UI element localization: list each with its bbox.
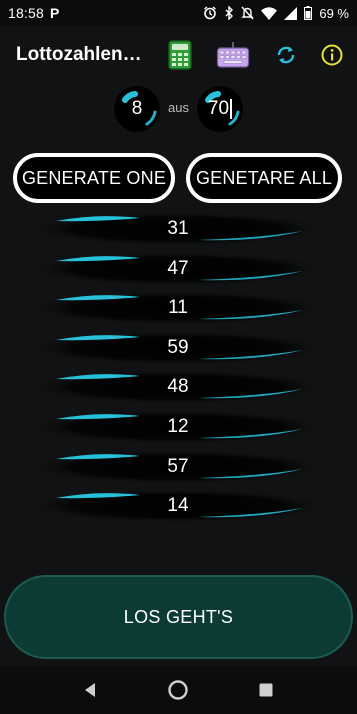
lotto-number: 48 [167, 376, 189, 398]
app-notification-badge: P [50, 5, 60, 21]
page-title: Lottozahlen… [16, 44, 142, 65]
recents-icon[interactable] [254, 678, 278, 702]
number-row: 12 [28, 409, 328, 445]
status-time: 18:58 [8, 5, 45, 21]
status-bar: 18:58 P 69 % [0, 0, 357, 26]
home-icon[interactable] [166, 678, 190, 702]
navigation-bar [0, 666, 357, 714]
text-cursor [230, 99, 233, 119]
generate-all-button[interactable]: GENETARE ALL [186, 153, 342, 203]
refresh-icon[interactable] [269, 38, 303, 72]
mute-icon [241, 6, 255, 20]
keyboard-icon[interactable] [216, 38, 250, 72]
lotto-number: 47 [167, 257, 189, 279]
lotto-number: 59 [167, 336, 189, 358]
max-value: 70 [197, 86, 243, 132]
signal-icon [284, 6, 298, 20]
number-row: 14 [28, 488, 328, 524]
generate-one-button[interactable]: GENERATE ONE [13, 153, 175, 203]
number-row: 48 [28, 369, 328, 405]
lotto-number: 31 [167, 218, 189, 239]
wifi-icon [261, 6, 278, 20]
lotto-number: 11 [168, 297, 188, 319]
calculator-icon[interactable] [163, 38, 197, 72]
info-icon[interactable] [315, 38, 349, 72]
number-range-selector: 8 aus 70 [0, 86, 357, 136]
bluetooth-icon [224, 6, 234, 20]
number-row: 31 [28, 211, 328, 247]
alarm-icon [203, 6, 217, 20]
back-icon[interactable] [78, 678, 102, 702]
battery-icon [304, 6, 313, 20]
range-separator: aus [168, 100, 189, 115]
lotto-number: 14 [167, 495, 189, 517]
battery-percent: 69 % [319, 5, 349, 21]
number-row: 57 [28, 449, 328, 485]
lotto-number: 57 [167, 455, 189, 477]
count-value: 8 [131, 98, 143, 119]
max-number-input[interactable]: 70 [197, 86, 243, 132]
lotto-number: 12 [167, 416, 189, 437]
number-row: 59 [28, 330, 328, 366]
count-selector[interactable]: 8 [114, 86, 160, 132]
number-row: 11 [28, 290, 328, 326]
number-row: 47 [28, 251, 328, 287]
go-button[interactable]: LOS GEHT'S [4, 575, 353, 659]
app-bar: Lottozahlen… [0, 26, 357, 82]
